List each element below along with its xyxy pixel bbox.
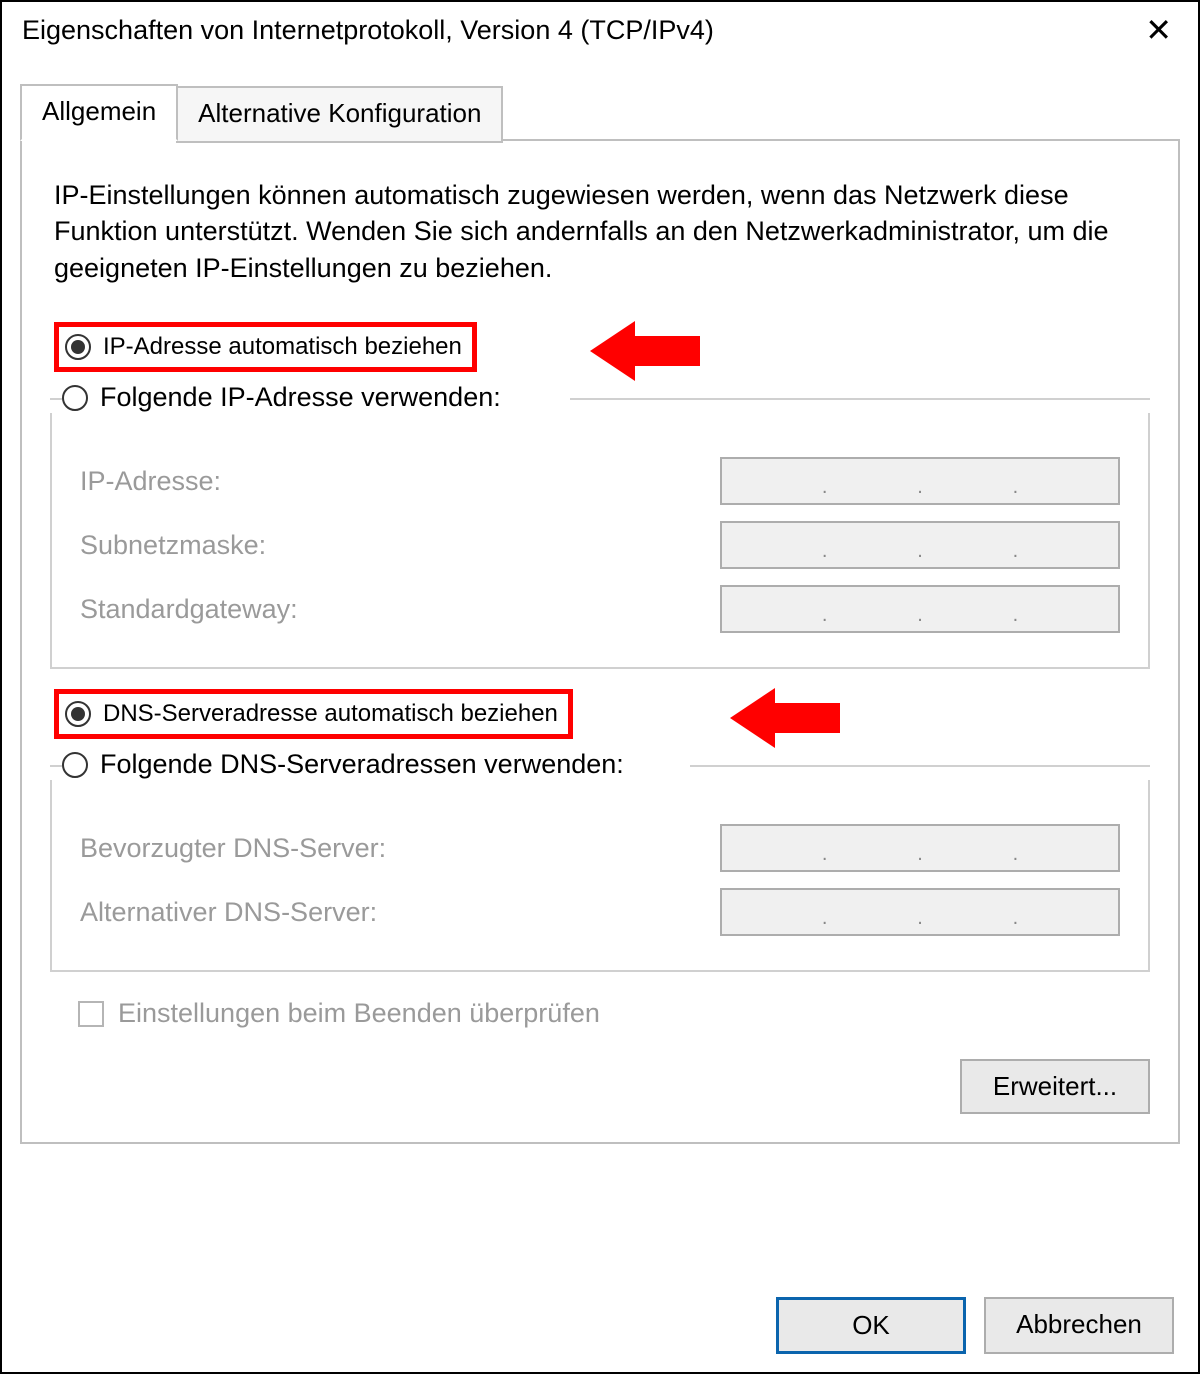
input-preferred-dns[interactable]: ... [720, 824, 1120, 872]
tab-container: Allgemein Alternative Konfiguration IP-E… [20, 82, 1180, 1144]
description-text: IP-Einstellungen können automatisch zuge… [54, 177, 1146, 286]
tab-alternate-label: Alternative Konfiguration [198, 98, 481, 128]
radio-ip-manual-label: Folgende IP-Adresse verwenden: [100, 382, 501, 413]
tab-strip: Allgemein Alternative Konfiguration [20, 82, 1180, 139]
tab-alternate[interactable]: Alternative Konfiguration [176, 86, 503, 143]
dialog-footer: OK Abbrechen [776, 1297, 1174, 1354]
label-subnet-mask: Subnetzmaske: [80, 530, 266, 561]
input-default-gateway[interactable]: ... [720, 585, 1120, 633]
radio-dns-auto[interactable] [65, 701, 91, 727]
tab-panel-general: IP-Einstellungen können automatisch zuge… [20, 139, 1180, 1144]
ok-button[interactable]: OK [776, 1297, 966, 1354]
radio-dns-manual[interactable] [62, 752, 88, 778]
cancel-button[interactable]: Abbrechen [984, 1297, 1174, 1354]
label-default-gateway: Standardgateway: [80, 594, 298, 625]
tab-general[interactable]: Allgemein [20, 84, 178, 141]
radio-ip-auto[interactable] [65, 334, 91, 360]
highlight-ip-auto: IP-Adresse automatisch beziehen [54, 322, 477, 372]
advanced-button-label: Erweitert... [993, 1071, 1117, 1101]
titlebar: Eigenschaften von Internetprotokoll, Ver… [2, 2, 1198, 54]
group-ip-manual: Folgende IP-Adresse verwenden: IP-Adress… [50, 382, 1150, 669]
tab-general-label: Allgemein [42, 96, 156, 126]
label-preferred-dns: Bevorzugter DNS-Server: [80, 833, 386, 864]
validate-settings-row[interactable]: Einstellungen beim Beenden überprüfen [78, 998, 1150, 1029]
group-dns-manual: Folgende DNS-Serveradressen verwenden: B… [50, 749, 1150, 972]
dialog-window: Eigenschaften von Internetprotokoll, Ver… [0, 0, 1200, 1374]
label-alternate-dns: Alternativer DNS-Server: [80, 897, 377, 928]
cancel-button-label: Abbrechen [1016, 1309, 1142, 1339]
input-alternate-dns[interactable]: ... [720, 888, 1120, 936]
input-subnet-mask[interactable]: ... [720, 521, 1120, 569]
input-ip-address[interactable]: ... [720, 457, 1120, 505]
checkbox-validate[interactable] [78, 1001, 104, 1027]
radio-ip-manual[interactable] [62, 385, 88, 411]
ok-button-label: OK [852, 1310, 890, 1340]
close-icon[interactable]: ✕ [1139, 14, 1178, 46]
radio-ip-auto-label: IP-Adresse automatisch beziehen [103, 333, 462, 361]
label-ip-address: IP-Adresse: [80, 466, 221, 497]
checkbox-validate-label: Einstellungen beim Beenden überprüfen [118, 998, 600, 1029]
radio-dns-auto-label: DNS-Serveradresse automatisch beziehen [103, 700, 558, 728]
radio-dns-manual-label: Folgende DNS-Serveradressen verwenden: [100, 749, 624, 780]
highlight-dns-auto: DNS-Serveradresse automatisch beziehen [54, 689, 573, 739]
advanced-button[interactable]: Erweitert... [960, 1059, 1150, 1114]
window-title: Eigenschaften von Internetprotokoll, Ver… [22, 15, 714, 46]
